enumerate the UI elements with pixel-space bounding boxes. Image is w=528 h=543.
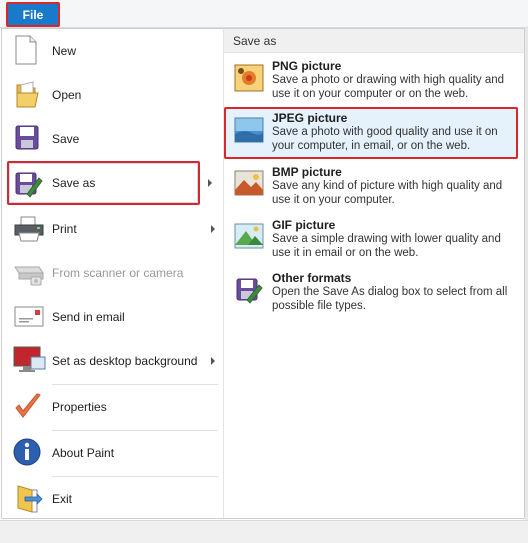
- other-formats-icon: [234, 276, 264, 306]
- window-bottom-strip: [0, 520, 528, 543]
- menu-item-label: Send in email: [52, 310, 125, 324]
- submenu-arrow-icon: [211, 225, 215, 233]
- submenu-item-desc: Save a simple drawing with lower quality…: [272, 233, 501, 259]
- exit-icon: [13, 482, 43, 514]
- menu-item-label: Save: [52, 132, 80, 146]
- menu-item-exit[interactable]: Exit: [7, 477, 221, 521]
- submenu-arrow-icon: [208, 179, 212, 187]
- submenu-item-title: Other formats: [272, 271, 352, 285]
- save-as-submenu: Save as PNG picture Save a photo or draw…: [224, 29, 524, 518]
- submenu-item-title: BMP picture: [272, 165, 342, 179]
- save-as-png[interactable]: PNG picture Save a photo or drawing with…: [226, 57, 520, 107]
- menu-item-open[interactable]: Open: [7, 73, 221, 117]
- submenu-item-title: JPEG picture: [272, 111, 348, 125]
- menu-item-label: Exit: [52, 492, 73, 506]
- file-tab[interactable]: File: [6, 2, 60, 27]
- save-as-jpeg[interactable]: JPEG picture Save a photo with good qual…: [224, 107, 518, 159]
- gif-picture-icon: [234, 223, 264, 253]
- save-disk-icon: [13, 123, 43, 155]
- new-file-icon: [13, 35, 43, 67]
- info-icon: [13, 437, 43, 469]
- submenu-heading: Save as: [224, 29, 524, 53]
- save-as-bmp[interactable]: BMP picture Save any kind of picture wit…: [226, 163, 520, 213]
- desktop-background-icon: [13, 345, 46, 377]
- submenu-item-desc: Open the Save As dialog box to select fr…: [272, 286, 508, 312]
- menu-item-about[interactable]: About Paint: [7, 431, 221, 475]
- menu-item-label: Save as: [52, 176, 96, 190]
- ribbon-strip: File: [0, 0, 528, 28]
- submenu-arrow-icon: [211, 357, 215, 365]
- menu-item-label: About Paint: [52, 446, 115, 460]
- bmp-picture-icon: [234, 170, 264, 200]
- menu-item-save-as[interactable]: Save as: [7, 161, 200, 205]
- save-as-other-formats[interactable]: Other formats Open the Save As dialog bo…: [226, 269, 520, 319]
- submenu-item-title: PNG picture: [272, 59, 342, 73]
- printer-icon: [13, 213, 44, 245]
- scanner-icon: [13, 257, 44, 289]
- jpeg-picture-icon: [234, 117, 264, 147]
- file-menu-commands: New Open Save Save as Print From scanner…: [2, 29, 224, 518]
- open-folder-icon: [13, 79, 43, 111]
- menu-item-desktop-background[interactable]: Set as desktop background: [7, 339, 221, 383]
- submenu-item-desc: Save a photo or drawing with high qualit…: [272, 74, 505, 100]
- menu-item-label: New: [52, 44, 77, 58]
- png-picture-icon: [234, 64, 264, 94]
- properties-check-icon: [13, 391, 43, 423]
- menu-item-scanner[interactable]: From scanner or camera: [7, 251, 221, 295]
- submenu-item-desc: Save any kind of picture with high quali…: [272, 180, 503, 206]
- menu-item-label: Properties: [52, 400, 107, 414]
- menu-item-save[interactable]: Save: [7, 117, 221, 161]
- menu-item-send-email[interactable]: Send in email: [7, 295, 221, 339]
- file-menu-panel: New Open Save Save as Print From scanner…: [1, 28, 525, 519]
- menu-item-label: Open: [52, 88, 82, 102]
- paint-file-menu-screen: File New Open Save Save as Print From sc…: [0, 0, 528, 543]
- menu-item-properties[interactable]: Properties: [7, 385, 221, 429]
- save-as-gif[interactable]: GIF picture Save a simple drawing with l…: [226, 216, 520, 266]
- menu-item-new[interactable]: New: [7, 29, 221, 73]
- menu-item-label: Set as desktop background: [52, 354, 198, 368]
- submenu-item-desc: Save a photo with good quality and use i…: [272, 126, 498, 152]
- save-as-icon: [13, 168, 43, 200]
- menu-item-label: Print: [52, 222, 77, 236]
- menu-item-print[interactable]: Print: [7, 207, 221, 251]
- submenu-item-title: GIF picture: [272, 218, 336, 232]
- menu-item-label: From scanner or camera: [52, 266, 184, 280]
- email-icon: [13, 301, 44, 333]
